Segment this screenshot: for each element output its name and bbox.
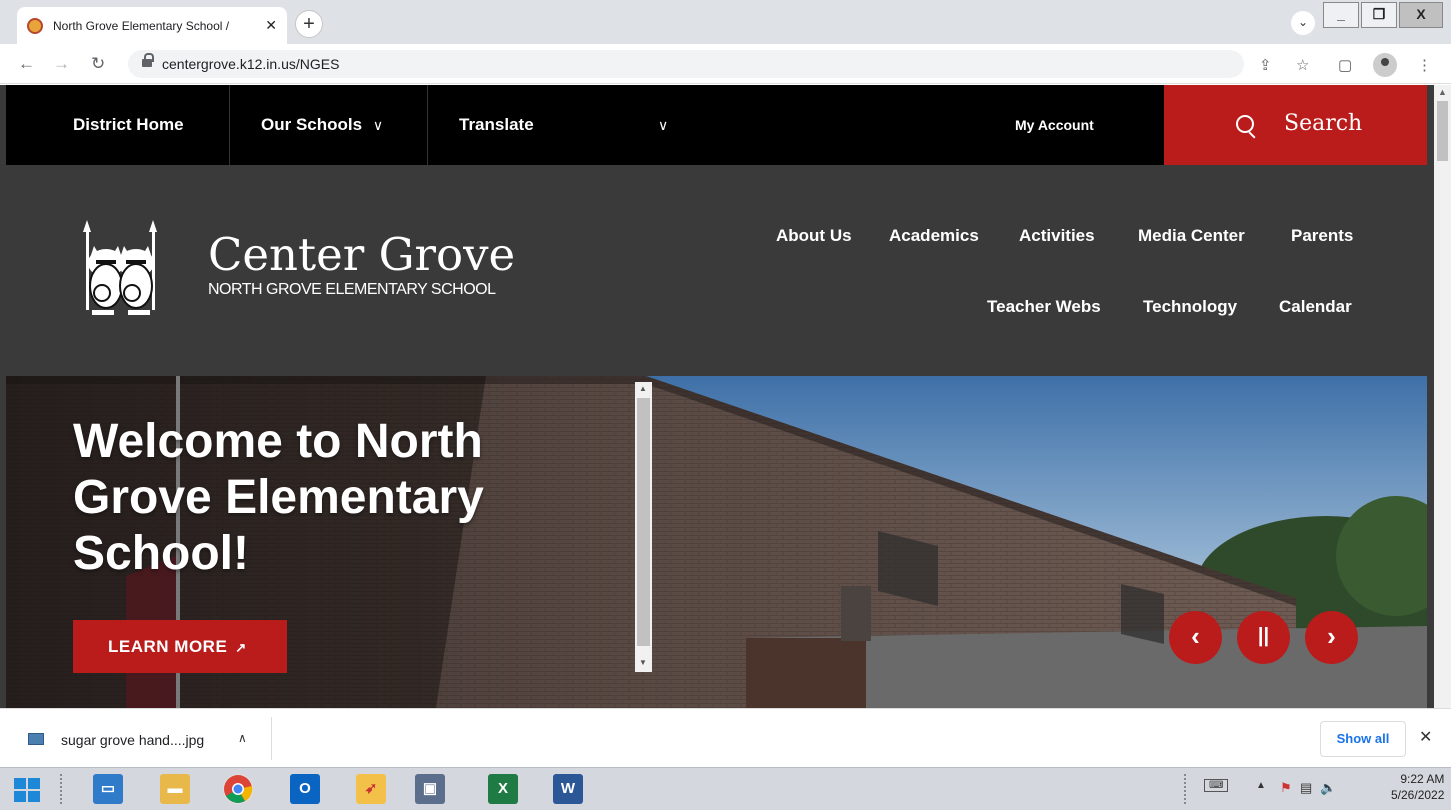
download-options-chevron-icon[interactable]: ∧	[238, 731, 247, 745]
hero-title: Welcome to North Grove Elementary School…	[73, 415, 484, 580]
user-briefcase-icon[interactable]: ▣	[415, 774, 445, 804]
district-home-link[interactable]: District Home	[73, 85, 184, 165]
tab-title: North Grove Elementary School /	[53, 18, 230, 33]
school-name: NORTH GROVE ELEMENTARY SCHOOL	[208, 281, 496, 298]
network-icon[interactable]: ▤	[1300, 780, 1312, 796]
search-label: Search	[1284, 111, 1363, 136]
back-arrow-icon[interactable]: ←	[18, 54, 35, 74]
chrome-icon[interactable]	[223, 774, 253, 804]
my-account-link[interactable]: My Account	[1015, 85, 1094, 165]
site-favicon-icon	[27, 17, 43, 34]
nav-divider	[427, 85, 428, 165]
page-viewport: District Home Our Schools ∨ Translate ∨ …	[0, 85, 1451, 708]
clock-date: 5/26/2022	[1391, 788, 1445, 802]
forward-arrow-icon[interactable]: →	[53, 54, 70, 74]
nav-technology[interactable]: Technology	[1143, 297, 1237, 317]
clock-time: 9:22 AM	[1400, 772, 1445, 786]
nav-academics[interactable]: Academics	[889, 226, 979, 246]
search-button[interactable]: Search	[1164, 85, 1427, 165]
taskbar-grip	[60, 774, 64, 804]
scroll-up-arrow-icon[interactable]: ▲	[639, 384, 647, 393]
windows-taskbar: ▭ ▬ O ➶ ▣ X W ⌨ ▲ ⚑ ▤ 🔈 9:22 AM 5/26/202…	[0, 767, 1451, 810]
chevron-down-icon: ∨	[372, 117, 384, 133]
image-file-icon	[28, 733, 44, 745]
download-bar: sugar grove hand....jpg ∧ Show all ✕	[0, 708, 1451, 767]
url-text[interactable]: centergrove.k12.in.us/NGES	[162, 56, 339, 72]
scrollbar-thumb[interactable]	[637, 398, 650, 646]
nav-calendar[interactable]: Calendar	[1279, 297, 1352, 317]
download-divider	[271, 717, 272, 760]
lock-icon[interactable]	[142, 53, 154, 69]
nav-media-center[interactable]: Media Center	[1138, 226, 1245, 246]
brand-name: Center Grove	[208, 228, 516, 281]
translate-chevron-down-icon[interactable]: ∨	[658, 85, 668, 165]
nav-divider	[229, 85, 230, 165]
share-icon[interactable]: ⇪	[1259, 56, 1272, 74]
tab-close-icon[interactable]: ✕	[265, 17, 277, 34]
keyboard-icon[interactable]: ⌨	[1204, 779, 1229, 792]
folder-icon[interactable]: ▬	[160, 774, 190, 804]
brand-block[interactable]: Center Grove NORTH GROVE ELEMENTARY SCHO…	[208, 229, 515, 299]
profile-avatar[interactable]	[1373, 53, 1397, 77]
restore-button[interactable]: ❐	[1361, 2, 1397, 28]
action-center-flag-icon[interactable]: ⚑	[1280, 780, 1292, 796]
new-tab-button[interactable]: +	[295, 10, 323, 38]
show-hidden-icons-icon[interactable]: ▲	[1256, 780, 1266, 791]
close-window-button[interactable]: X	[1399, 2, 1443, 28]
viking-mascot-logo[interactable]	[78, 218, 164, 328]
nav-about-us[interactable]: About Us	[776, 226, 852, 246]
site-header: Center Grove NORTH GROVE ELEMENTARY SCHO…	[6, 165, 1427, 376]
bookmark-star-icon[interactable]: ☆	[1296, 56, 1309, 74]
pause-slideshow-button[interactable]: ||	[1237, 611, 1290, 664]
minimize-button[interactable]: _	[1323, 2, 1359, 28]
close-download-bar-icon[interactable]: ✕	[1419, 727, 1432, 747]
download-file-name[interactable]: sugar grove hand....jpg	[61, 732, 204, 748]
outlook-icon[interactable]: O	[290, 774, 320, 804]
nav-parents[interactable]: Parents	[1291, 226, 1353, 246]
system-clock[interactable]: 9:22 AM 5/26/2022	[1391, 771, 1445, 803]
hero-slideshow: Welcome to North Grove Elementary School…	[6, 376, 1427, 708]
volume-icon[interactable]: 🔈	[1320, 780, 1336, 796]
browser-toolbar: ← → ↻ centergrove.k12.in.us/NGES ⇪ ☆ ▢ ⋮	[0, 44, 1451, 84]
chrome-logo-icon	[224, 775, 253, 803]
our-schools-dropdown[interactable]: Our Schools ∨	[261, 85, 383, 165]
page-scrollbar[interactable]: ▲	[1434, 85, 1451, 708]
next-slide-button[interactable]: ›	[1305, 611, 1358, 664]
learn-more-label: LEARN MORE	[108, 637, 228, 656]
external-arrow-icon: ↗	[235, 640, 247, 655]
tray-grip	[1184, 774, 1188, 804]
browser-tab[interactable]: North Grove Elementary School / ✕	[17, 7, 287, 44]
show-all-downloads-button[interactable]: Show all	[1320, 721, 1406, 757]
side-panel-icon[interactable]: ▢	[1338, 56, 1352, 74]
previous-slide-button[interactable]: ‹	[1169, 611, 1222, 664]
swift-app-icon[interactable]: ➶	[356, 774, 386, 804]
windows-start-button[interactable]	[14, 778, 40, 802]
our-schools-label: Our Schools	[261, 115, 363, 134]
nav-teacher-webs[interactable]: Teacher Webs	[987, 297, 1101, 317]
address-bar[interactable]: centergrove.k12.in.us/NGES	[128, 50, 1244, 78]
utility-nav: District Home Our Schools ∨ Translate ∨ …	[6, 85, 1427, 165]
window-controls: _ ❐ X	[1321, 2, 1443, 28]
page-scrollbar-thumb[interactable]	[1437, 101, 1448, 161]
hero-text-scrollbar[interactable]: ▲ ▼	[635, 382, 652, 672]
learn-more-button[interactable]: LEARN MORE ↗	[73, 620, 287, 673]
file-explorer-icon[interactable]: ▭	[93, 774, 123, 804]
nav-activities[interactable]: Activities	[1019, 226, 1095, 246]
scroll-up-arrow-icon[interactable]: ▲	[1438, 87, 1447, 97]
browser-tab-bar: North Grove Elementary School / ✕ + ⌄ _ …	[0, 0, 1451, 44]
scroll-down-arrow-icon[interactable]: ▼	[639, 658, 647, 667]
translate-dropdown[interactable]: Translate	[459, 85, 534, 165]
excel-icon[interactable]: X	[488, 774, 518, 804]
reload-icon[interactable]: ↻	[91, 54, 105, 74]
tab-search-chevron-icon[interactable]: ⌄	[1291, 11, 1315, 35]
search-icon	[1236, 115, 1254, 133]
word-icon[interactable]: W	[553, 774, 583, 804]
kebab-menu-icon[interactable]: ⋮	[1417, 56, 1432, 74]
